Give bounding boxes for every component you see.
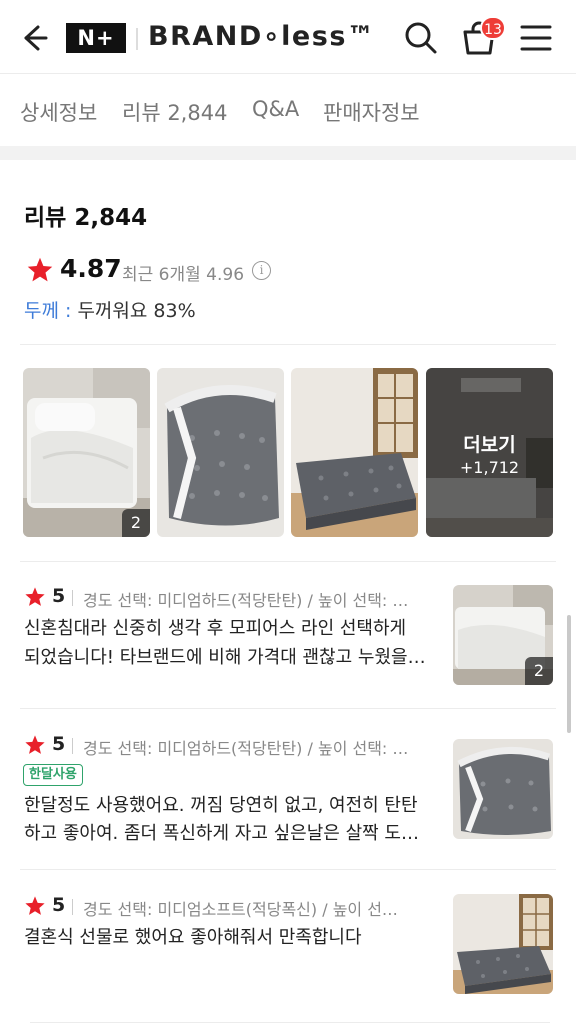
info-icon[interactable]: i [252, 261, 271, 280]
thickness-label: 두께 : [24, 300, 72, 322]
review-score: 5 [52, 585, 66, 607]
review-text-line: 되었습니다! 타브랜드에 비해 가격대 괜찮고 누웠을… [24, 647, 426, 668]
star-icon [24, 895, 46, 917]
star-icon [26, 256, 54, 284]
photo-count-badge: 2 [525, 657, 553, 685]
review-text-line: 결혼식 선물로 했어요 좋아해줘서 만족합니다 [24, 927, 362, 948]
search-icon[interactable] [404, 21, 438, 55]
separator [72, 738, 73, 754]
photo-count-badge: 2 [122, 509, 150, 537]
review-photo[interactable]: 2 [23, 368, 150, 537]
review-score: 5 [52, 894, 66, 916]
section-separator [0, 146, 576, 160]
average-rating: 4.87 [60, 254, 122, 283]
divider [20, 344, 556, 345]
star-icon [24, 586, 46, 608]
more-photos-overlay: 더보기 +1,712 [426, 368, 553, 537]
divider [20, 869, 556, 870]
review-text-line: 하고 좋아여. 좀더 폭신하게 자고 싶은날은 살짝 도… [24, 823, 419, 844]
thickness-summary[interactable]: 두께 : 두꺼워요 83% [24, 296, 196, 323]
separator [72, 590, 73, 606]
thickness-value: 두꺼워요 83% [77, 300, 196, 322]
divider [30, 1022, 550, 1023]
logo-divider [136, 28, 138, 50]
tab-qna[interactable]: Q&A [252, 97, 299, 121]
brand-name[interactable]: BRAND∘less™ [148, 21, 375, 52]
recent-rating-label: 최근 6개월 4.96 [122, 265, 245, 285]
review-option: 경도 선택: 미디엄하드(적당탄탄) / 높이 선택: … [83, 739, 409, 758]
review-text-line: 한달정도 사용했어요. 꺼짐 당연히 없고, 여전히 탄탄 [24, 795, 418, 816]
review-text-line: 신혼침대라 신중히 생각 후 모피어스 라인 선택하게 [24, 618, 407, 639]
more-photos-tile[interactable]: 더보기 +1,712 [426, 368, 553, 537]
menu-icon[interactable] [520, 24, 552, 52]
review-thumbnail[interactable] [453, 739, 553, 839]
more-photos-count: +1,712 [459, 458, 520, 477]
review-photo[interactable] [157, 368, 284, 537]
more-photos-label: 더보기 [463, 434, 516, 456]
review-option: 경도 선택: 미디엄소프트(적당폭신) / 높이 선… [83, 900, 398, 919]
top-header: N+ BRAND∘less™ 13 [0, 0, 576, 74]
cart-count-badge: 13 [480, 16, 506, 40]
tab-details[interactable]: 상세정보 [20, 97, 97, 127]
store-logo[interactable]: N+ [66, 23, 126, 53]
tab-seller-info[interactable]: 판매자정보 [323, 97, 420, 127]
tab-reviews[interactable]: 리뷰 2,844 [122, 97, 227, 127]
product-tabs: 상세정보 리뷰 2,844 Q&A 판매자정보 [0, 75, 576, 145]
review-score: 5 [52, 733, 66, 755]
review-photo[interactable] [291, 368, 418, 537]
review-section-title: 리뷰 2,844 [24, 205, 148, 231]
review-thumbnail[interactable] [453, 894, 553, 994]
separator [72, 899, 73, 915]
review-thumbnail[interactable]: 2 [453, 585, 553, 685]
review-option: 경도 선택: 미디엄하드(적당탄탄) / 높이 선택: … [83, 591, 409, 610]
star-icon [24, 734, 46, 756]
divider [20, 708, 556, 709]
usage-badge: 한달사용 [23, 764, 83, 786]
scrollbar[interactable] [567, 615, 571, 733]
back-icon[interactable] [18, 22, 50, 54]
divider [20, 561, 556, 562]
